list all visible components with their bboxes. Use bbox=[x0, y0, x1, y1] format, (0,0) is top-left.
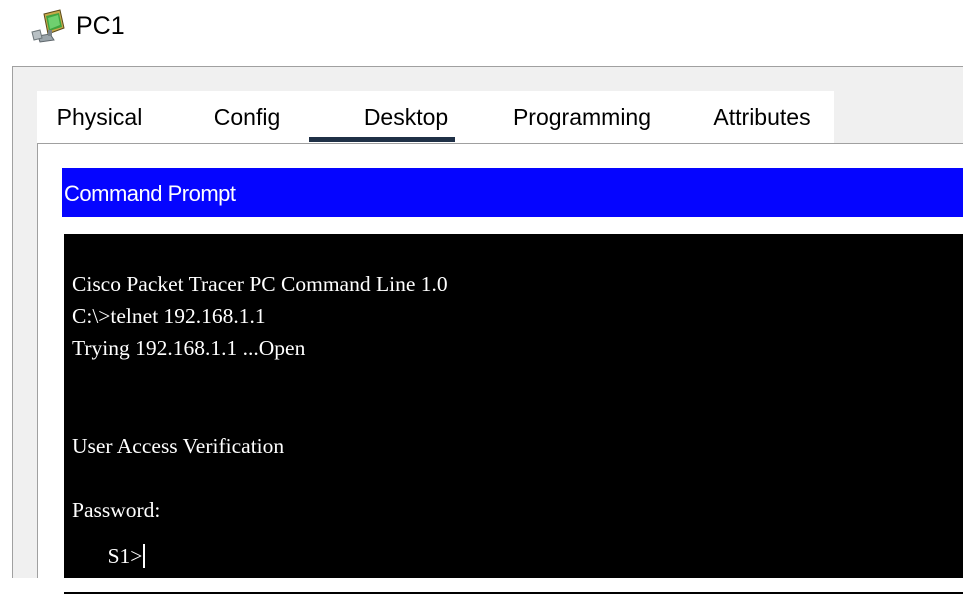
command-prompt-header: Command Prompt bbox=[62, 168, 963, 217]
window-title: PC1 bbox=[76, 12, 125, 40]
terminal-line: Cisco Packet Tracer PC Command Line 1.0 bbox=[72, 272, 448, 296]
tab-desktop[interactable]: Desktop bbox=[333, 91, 479, 143]
desktop-panel: Command Prompt Cisco Packet Tracer PC Co… bbox=[37, 143, 963, 594]
tab-config[interactable]: Config bbox=[197, 91, 297, 143]
tab-bar: Physical Config Desktop Programming Attr… bbox=[37, 91, 834, 143]
terminal-prompt-line[interactable]: S1> bbox=[72, 526, 146, 568]
terminal-line: C:\>telnet 192.168.1.1 bbox=[72, 304, 266, 328]
terminal-line: Trying 192.168.1.1 ...Open bbox=[72, 336, 306, 360]
title-bar: PC1 bbox=[0, 0, 963, 60]
terminal-line: Password: bbox=[72, 498, 161, 522]
tab-physical[interactable]: Physical bbox=[37, 91, 162, 143]
tab-programming[interactable]: Programming bbox=[497, 91, 667, 143]
text-cursor bbox=[143, 544, 146, 568]
bottom-margin bbox=[0, 578, 963, 592]
tab-attributes[interactable]: Attributes bbox=[702, 91, 822, 143]
terminal-output[interactable]: Cisco Packet Tracer PC Command Line 1.0 … bbox=[64, 234, 963, 594]
pc-monitor-icon bbox=[31, 9, 65, 43]
terminal-prompt: S1> bbox=[107, 544, 143, 568]
device-window: Physical Config Desktop Programming Attr… bbox=[12, 66, 963, 594]
active-tab-indicator bbox=[309, 137, 455, 142]
terminal-line: User Access Verification bbox=[72, 434, 285, 458]
